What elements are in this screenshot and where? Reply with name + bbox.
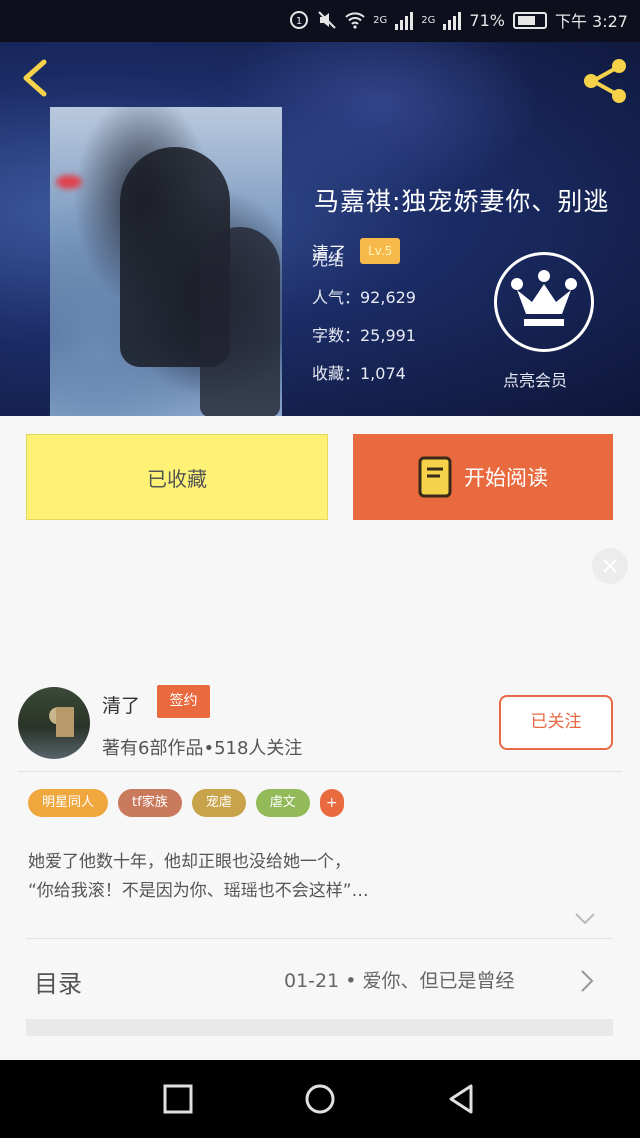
book-favorites: 收藏：1,074 bbox=[312, 364, 406, 383]
book-word-count: 字数：25,991 bbox=[312, 326, 416, 345]
mute-icon bbox=[318, 11, 336, 29]
add-tag-button[interactable]: + bbox=[319, 789, 344, 817]
network-label-1: 2G bbox=[373, 14, 388, 26]
home-icon[interactable] bbox=[303, 1082, 337, 1116]
battery-icon bbox=[512, 11, 547, 29]
recent-apps-icon[interactable] bbox=[161, 1082, 195, 1116]
chevron-right-icon[interactable] bbox=[580, 969, 594, 993]
toc-label[interactable]: 目录 bbox=[34, 964, 82, 999]
divider bbox=[26, 938, 613, 939]
author-avatar[interactable] bbox=[18, 687, 90, 759]
crown-icon bbox=[511, 270, 577, 326]
back-icon[interactable] bbox=[16, 56, 56, 100]
author-works-summary: 著有6部作品•518人关注 bbox=[102, 738, 303, 759]
section-divider-bar bbox=[26, 1019, 613, 1036]
book-icon bbox=[418, 456, 452, 498]
divider bbox=[18, 771, 622, 772]
membership-button[interactable] bbox=[494, 252, 594, 352]
level-badge: Lv.5 bbox=[360, 238, 401, 264]
book-popularity: 人气：92,629 bbox=[312, 288, 416, 307]
book-cover[interactable] bbox=[50, 107, 282, 416]
chevron-down-icon[interactable] bbox=[574, 912, 596, 926]
svg-text:1: 1 bbox=[296, 16, 302, 27]
signal-icon bbox=[443, 10, 462, 30]
signed-badge: 签约 bbox=[157, 685, 210, 718]
share-icon[interactable] bbox=[578, 56, 632, 106]
tag-item[interactable]: 明星同人 bbox=[28, 789, 109, 817]
book-title: 马嘉祺:独宠娇妻你、别逃 bbox=[314, 187, 610, 216]
book-description[interactable]: 她爱了他数十年，他却正眼也没给她一个， “你给我滚！不是因为你、瑶瑶也不会这样”… bbox=[28, 848, 369, 906]
network-label-2: 2G bbox=[421, 14, 436, 26]
system-nav-bar bbox=[0, 1060, 640, 1138]
back-nav-icon[interactable] bbox=[445, 1082, 479, 1116]
tag-list: 明星同人 tf家族 宠虐 虐文 + bbox=[28, 789, 344, 817]
tag-item[interactable]: 虐文 bbox=[255, 789, 310, 817]
favorited-button[interactable]: 已收藏 bbox=[26, 434, 328, 520]
description-line: “你给我滚！不是因为你、瑶瑶也不会这样”… bbox=[28, 881, 369, 901]
battery-percent: 71% bbox=[469, 10, 505, 30]
latest-chapter[interactable]: 01-21 • 爱你、但已是曾经 bbox=[284, 966, 515, 993]
author-card-name[interactable]: 清了 bbox=[102, 691, 140, 718]
start-reading-button[interactable]: 开始阅读 bbox=[353, 434, 613, 520]
signal-icon bbox=[395, 10, 414, 30]
tag-item[interactable]: 宠虐 bbox=[191, 789, 246, 817]
start-reading-label: 开始阅读 bbox=[464, 466, 548, 490]
tag-item[interactable]: tf家族 bbox=[118, 789, 182, 817]
membership-label[interactable]: 点亮会员 bbox=[503, 367, 567, 391]
book-header: 马嘉祺:独宠娇妻你、别逃 清了 Lv.5 完结 人气：92,629 字数：25,… bbox=[0, 42, 640, 416]
status-bar: 1 2G 2G 71% 下午 3:27 bbox=[0, 0, 640, 42]
data-saver-icon: 1 bbox=[290, 11, 309, 29]
close-icon[interactable] bbox=[592, 548, 628, 584]
clock: 下午 3:27 bbox=[554, 12, 628, 31]
description-line: 她爱了他数十年，他却正眼也没给她一个， bbox=[28, 852, 351, 872]
book-status: 完结 bbox=[312, 250, 345, 269]
wifi-icon bbox=[345, 12, 365, 29]
follow-button[interactable]: 已关注 bbox=[499, 695, 613, 750]
